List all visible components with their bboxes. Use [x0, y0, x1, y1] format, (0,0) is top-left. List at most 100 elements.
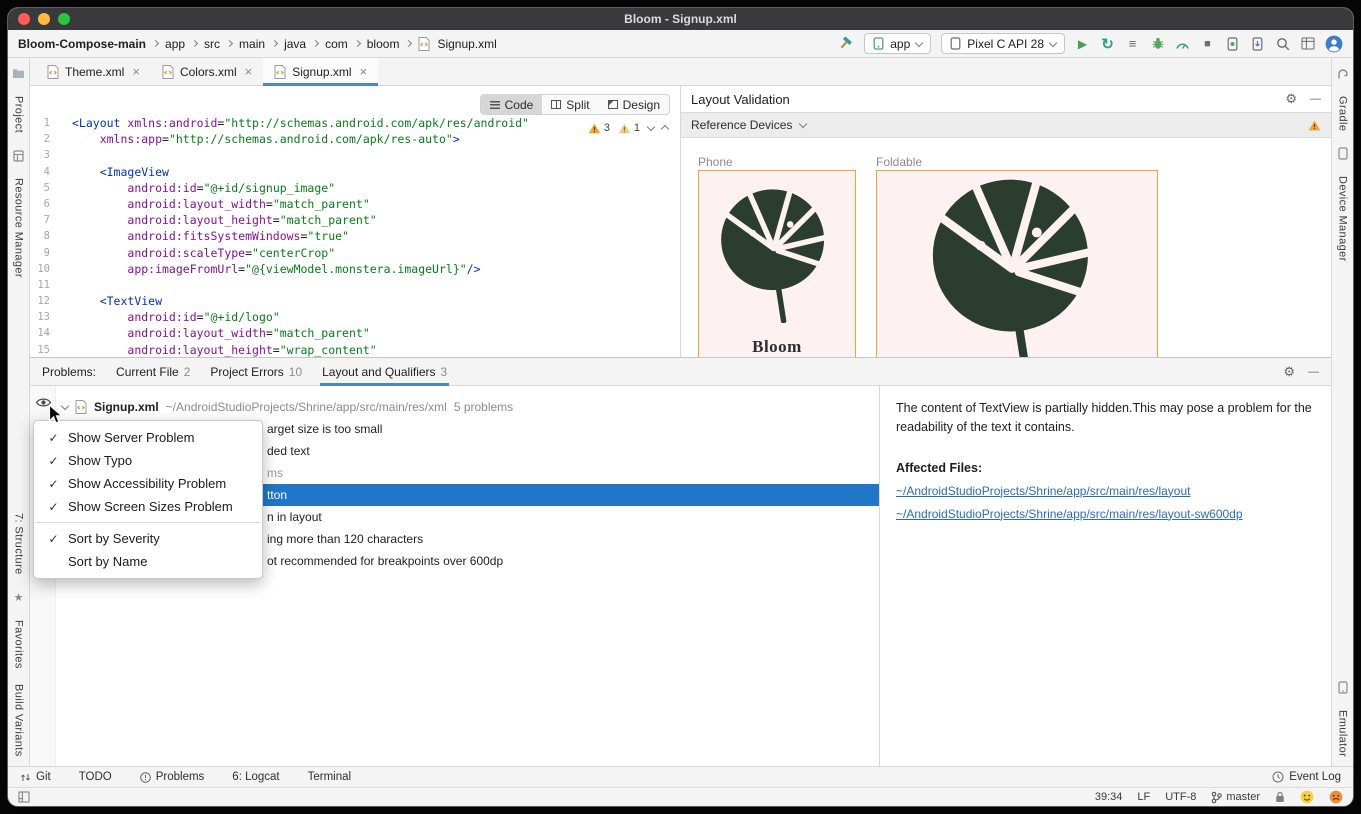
previous-warning-icon[interactable]	[661, 125, 669, 133]
device-manager-icon[interactable]	[1225, 34, 1240, 54]
sidebar-item-resource-manager[interactable]: Resource Manager	[13, 178, 25, 278]
close-icon[interactable]: ×	[245, 64, 253, 79]
resource-manager-icon[interactable]	[12, 149, 26, 162]
build-hammer-icon[interactable]	[838, 34, 854, 54]
problems-file-group[interactable]: Signup.xml ~/AndroidStudioProjects/Shrin…	[62, 396, 513, 418]
tab-project-errors[interactable]: Project Errors10	[210, 358, 302, 386]
sdk-manager-icon[interactable]	[1250, 34, 1265, 54]
code-line[interactable]: 11	[30, 277, 680, 293]
tab-colors-xml[interactable]: Colors.xml ×	[151, 58, 263, 85]
code-line[interactable]: 13 android:id="@+id/logo"	[30, 309, 680, 325]
toolwindow-toggle-icon[interactable]	[18, 791, 30, 803]
code-line[interactable]: 12 <TextView	[30, 293, 680, 309]
debug-icon[interactable]	[1150, 34, 1165, 54]
project-structure-icon[interactable]	[1300, 34, 1315, 54]
line-separator[interactable]: LF	[1137, 791, 1150, 803]
sidebar-item-build-variants[interactable]: Build Variants	[13, 684, 25, 757]
toolwindow-terminal[interactable]: Terminal	[308, 771, 351, 783]
gradle-icon[interactable]	[1336, 67, 1350, 80]
code-line[interactable]: 3	[30, 147, 680, 163]
happy-feedback-icon[interactable]	[1300, 790, 1314, 804]
breadcrumb-item[interactable]: main	[239, 37, 265, 51]
breadcrumb-item[interactable]: src	[204, 37, 220, 51]
view-mode-split[interactable]: Split	[542, 95, 598, 114]
view-mode-code[interactable]: Code	[481, 95, 543, 114]
warning-badge[interactable]: 3	[588, 122, 610, 134]
sidebar-item-structure[interactable]: 7: Structure	[13, 513, 25, 575]
run-configuration-select[interactable]: app	[864, 33, 931, 54]
code-line[interactable]: 9 android:scaleType="centerCrop"	[30, 245, 680, 261]
reference-devices-header[interactable]: Reference Devices	[681, 112, 1331, 138]
project-folder-icon[interactable]	[12, 67, 26, 80]
menu-item-sort-by-severity[interactable]: ✓Sort by Severity	[34, 527, 262, 550]
sidebar-item-device-manager[interactable]: Device Manager	[1337, 176, 1349, 262]
menu-item-show-typo[interactable]: ✓Show Typo	[34, 449, 262, 472]
code-line[interactable]: 6 android:layout_width="match_parent"	[30, 196, 680, 212]
sidebar-item-favorites[interactable]: Favorites	[13, 620, 25, 669]
menu-item-sort-by-name[interactable]: Sort by Name	[34, 550, 262, 573]
menu-item-show-accessibility-problem[interactable]: ✓Show Accessibility Problem	[34, 472, 262, 495]
hide-panel-icon[interactable]: —	[1308, 366, 1319, 378]
tab-signup-xml[interactable]: Signup.xml ×	[263, 58, 378, 85]
affected-file-link[interactable]: ~/AndroidStudioProjects/Shrine/app/src/m…	[896, 507, 1341, 521]
emulator-icon[interactable]	[1336, 681, 1350, 694]
sad-feedback-icon[interactable]	[1329, 790, 1343, 804]
run-button[interactable]: ▶	[1075, 34, 1090, 54]
gear-icon[interactable]: ⚙	[1283, 364, 1295, 380]
code-line[interactable]: 14 android:layout_width="match_parent"	[30, 325, 680, 341]
code-line[interactable]: 5 android:id="@+id/signup_image"	[30, 180, 680, 196]
breadcrumb-item[interactable]: Bloom-Compose-main	[18, 37, 146, 51]
gear-icon[interactable]: ⚙	[1285, 91, 1297, 107]
zoom-window-button[interactable]	[58, 13, 70, 25]
affected-file-link[interactable]: ~/AndroidStudioProjects/Shrine/app/src/m…	[896, 484, 1341, 498]
breadcrumb-item[interactable]: java	[284, 37, 306, 51]
hide-panel-icon[interactable]: —	[1310, 93, 1321, 105]
minimize-window-button[interactable]	[38, 13, 50, 25]
toolwindow-problems[interactable]: Problems	[140, 771, 205, 783]
lock-icon[interactable]	[1275, 791, 1285, 803]
sidebar-item-emulator[interactable]: Emulator	[1337, 710, 1349, 757]
tab-current-file[interactable]: Current File2	[116, 358, 190, 386]
breadcrumb-item[interactable]: app	[165, 37, 185, 51]
profiler-icon[interactable]	[1175, 34, 1190, 54]
code-editor[interactable]: 1<Layout xmlns:android="http://schemas.a…	[30, 86, 680, 357]
caret-position[interactable]: 39:34	[1095, 791, 1123, 803]
event-log[interactable]: Event Log	[1272, 771, 1341, 783]
tab-theme-xml[interactable]: Theme.xml ×	[36, 58, 151, 85]
encoding[interactable]: UTF-8	[1165, 791, 1196, 803]
code-line[interactable]: 2 xmlns:app="http://schemas.android.com/…	[30, 131, 680, 147]
menu-item-show-screen-sizes-problem[interactable]: ✓Show Screen Sizes Problem	[34, 495, 262, 518]
phone-preview[interactable]: Bloom	[698, 170, 856, 357]
device-select[interactable]: Pixel C API 28	[941, 33, 1065, 54]
tab-layout-and-qualifiers[interactable]: Layout and Qualifiers3	[322, 358, 447, 386]
code-line[interactable]: 7 android:layout_height="match_parent"	[30, 212, 680, 228]
git-branch[interactable]: master	[1211, 791, 1260, 804]
code-line[interactable]: 15 android:layout_height="wrap_content"	[30, 342, 680, 357]
code-line[interactable]: 1<Layout xmlns:android="http://schemas.a…	[30, 115, 680, 131]
close-icon[interactable]: ×	[360, 64, 368, 79]
warning-badge[interactable]: 1	[618, 122, 640, 134]
code-line[interactable]: 4 <ImageView	[30, 164, 680, 180]
next-warning-icon[interactable]	[647, 123, 655, 131]
close-icon[interactable]: ×	[132, 64, 140, 79]
sidebar-item-project[interactable]: Project	[13, 96, 25, 133]
breadcrumb-item[interactable]: com	[325, 37, 348, 51]
sidebar-item-gradle[interactable]: Gradle	[1337, 96, 1349, 131]
breadcrumb-item[interactable]: bloom	[367, 37, 400, 51]
view-mode-design[interactable]: Design	[599, 95, 669, 114]
breadcrumb-file[interactable]: Signup.xml	[437, 37, 496, 51]
apply-code-changes-icon[interactable]: ≡	[1125, 34, 1140, 54]
menu-item-show-server-problem[interactable]: ✓Show Server Problem	[34, 426, 262, 449]
code-line[interactable]: 10 app:imageFromUrl="@{viewModel.monster…	[30, 261, 680, 277]
avatar[interactable]	[1325, 34, 1343, 54]
stop-button[interactable]: ■	[1200, 34, 1215, 54]
toolwindow-git[interactable]: Git	[20, 771, 51, 783]
close-window-button[interactable]	[18, 13, 30, 25]
search-icon[interactable]	[1275, 34, 1290, 54]
toolwindow-todo[interactable]: TODO	[79, 771, 112, 783]
apply-changes-icon[interactable]: ↻	[1100, 34, 1115, 54]
code-line[interactable]: 8 android:fitsSystemWindows="true"	[30, 228, 680, 244]
foldable-preview[interactable]	[876, 170, 1158, 357]
toolwindow-logcat[interactable]: 6: Logcat	[232, 771, 279, 783]
device-manager-strip-icon[interactable]	[1336, 147, 1350, 160]
